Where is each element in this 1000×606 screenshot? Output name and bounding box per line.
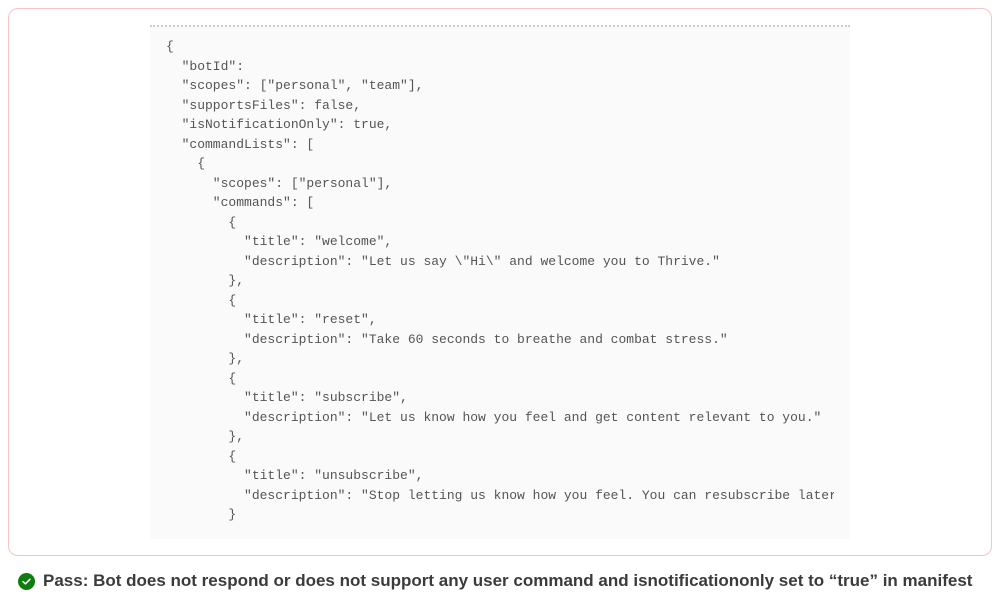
check-circle-icon: [18, 573, 35, 590]
status-row: Pass: Bot does not respond or does not s…: [8, 570, 992, 599]
code-container: { "botId": "scopes": ["personal", "team"…: [150, 25, 850, 539]
code-card: { "botId": "scopes": ["personal", "team"…: [8, 8, 992, 556]
code-snippet: { "botId": "scopes": ["personal", "team"…: [166, 37, 834, 525]
status-text: Pass: Bot does not respond or does not s…: [43, 570, 972, 593]
